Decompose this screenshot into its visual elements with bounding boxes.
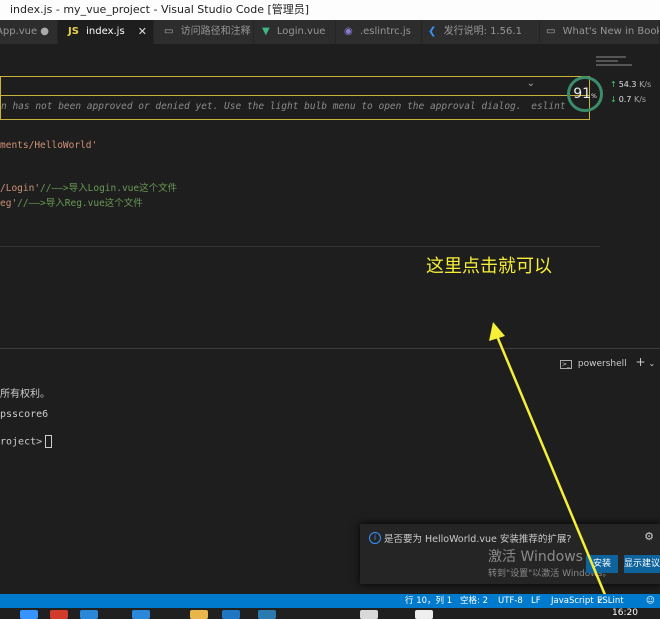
hover-source: eslint xyxy=(531,101,566,112)
install-button[interactable]: 安装 xyxy=(586,555,618,573)
minimap[interactable] xyxy=(596,56,636,72)
tab-index-js[interactable]: JS index.js ✕ xyxy=(58,20,154,44)
modified-dot-icon[interactable]: ● xyxy=(40,20,49,44)
file-icon: ▭ xyxy=(546,26,556,37)
arrow-up-icon: ↑ xyxy=(610,80,617,89)
upload-speed: ↑ 54.3 K/s xyxy=(610,80,652,89)
status-indentation[interactable]: 空格: 2 xyxy=(460,594,488,608)
gear-icon[interactable]: ⚙ xyxy=(644,530,654,543)
show-recommendations-button[interactable]: 显示建议 xyxy=(624,555,660,573)
taskbar-app-icon[interactable] xyxy=(360,610,378,619)
tab-label: .eslintrc.js xyxy=(359,26,411,37)
activation-watermark: 激活 Windows xyxy=(488,549,583,565)
terminal-icon: >_ xyxy=(560,360,573,369)
tab-eslintrc[interactable]: ◉ .eslintrc.js xyxy=(336,20,422,44)
tab-release-notes[interactable]: ❮ 发行说明: 1.56.1 xyxy=(422,20,540,44)
tab-label: Login.vue xyxy=(276,26,326,37)
status-bar: 行 10，列 1 空格: 2 UTF-8 LF JavaScript ✓ ESL… xyxy=(0,594,660,608)
notification-message: 是否要为 HelloWorld.vue 安装推荐的扩展? xyxy=(384,534,572,545)
divider xyxy=(0,246,600,247)
title-bar: index.js - my_vue_project - Visual Studi… xyxy=(0,0,660,20)
annotation-text: 这里点击就可以 xyxy=(426,256,552,277)
taskbar-app-icon[interactable] xyxy=(415,610,433,619)
system-clock[interactable]: 16:20 xyxy=(612,608,638,619)
tab-label: 访问路径和注释 xyxy=(180,26,251,37)
code-line-import-reg: eg'//——>导入Reg.vue这个文件 xyxy=(0,198,143,209)
terminal-line: 所有权利。 xyxy=(0,389,50,400)
terminal-prompt[interactable]: roject> xyxy=(0,435,53,448)
taskbar-app-icon[interactable] xyxy=(132,610,150,619)
status-encoding[interactable]: UTF-8 xyxy=(498,594,523,608)
tab-label: index.js xyxy=(86,26,125,37)
eslint-file-icon: ◉ xyxy=(344,26,353,37)
status-cursor-position[interactable]: 行 10，列 1 xyxy=(405,594,452,608)
code-line-import-login: /Login'//——>导入Login.vue这个文件 xyxy=(0,183,178,194)
tab-login-vue[interactable]: ▼ Login.vue xyxy=(254,20,336,44)
download-speed: ↓ 0.7 K/s xyxy=(610,95,647,104)
tab-label: What's New in Bookm xyxy=(562,26,659,37)
taskbar-app-icon[interactable] xyxy=(20,610,38,619)
status-eol[interactable]: LF xyxy=(531,594,541,608)
windows-taskbar: 16:20 xyxy=(0,608,660,619)
add-terminal-icon[interactable]: + xyxy=(636,355,646,369)
taskbar-app-icon[interactable] xyxy=(258,610,276,619)
terminal-cursor xyxy=(45,435,53,448)
tab-app-vue[interactable]: App.vue ● xyxy=(0,20,58,44)
file-icon: ▭ xyxy=(164,26,174,37)
chevron-down-icon[interactable]: ⌄ xyxy=(648,359,655,368)
tab-path-notes[interactable]: ▭ 访问路径和注释 xyxy=(154,20,254,44)
terminal-line: psscore6 xyxy=(0,409,49,420)
status-language[interactable]: JavaScript xyxy=(551,594,594,608)
window-title: index.js - my_vue_project - Visual Studi… xyxy=(10,3,310,16)
terminal-header: >_ powershell + ⌄ ⌃ xyxy=(560,355,660,369)
taskbar-app-icon[interactable] xyxy=(190,610,208,619)
editor-tabs: App.vue ● JS index.js ✕ ▭ 访问路径和注释 ▼ Logi… xyxy=(0,20,660,44)
tab-whats-new[interactable]: ▭ What's New in Bookm xyxy=(540,20,660,44)
hover-message: n has not been approved or denied yet. U… xyxy=(1,101,566,112)
javascript-file-icon: JS xyxy=(68,26,79,37)
arrow-down-icon: ↓ xyxy=(610,95,617,104)
taskbar-app-icon[interactable] xyxy=(50,610,68,619)
hover-toolbar: ⌄ xyxy=(1,77,589,96)
info-icon: i xyxy=(369,532,381,544)
taskbar-app-icon[interactable] xyxy=(80,610,98,619)
chevron-down-icon[interactable]: ⌄ xyxy=(527,78,535,89)
tab-label: App.vue xyxy=(0,26,38,37)
terminal-shell-select[interactable]: powershell xyxy=(578,359,627,369)
vscode-icon: ❮ xyxy=(428,26,437,37)
feedback-icon[interactable]: ☺ xyxy=(646,594,655,608)
close-icon[interactable]: ✕ xyxy=(138,20,147,44)
taskbar-app-icon[interactable] xyxy=(222,610,240,619)
tab-label: 发行说明: 1.56.1 xyxy=(443,26,522,37)
eslint-hover-panel: ⌄ n has not been approved or denied yet.… xyxy=(0,76,590,120)
code-line-import-helloworld: ments/HelloWorld' xyxy=(0,140,98,151)
vue-file-icon: ▼ xyxy=(262,26,270,37)
cpu-gauge: 91% xyxy=(567,76,603,112)
